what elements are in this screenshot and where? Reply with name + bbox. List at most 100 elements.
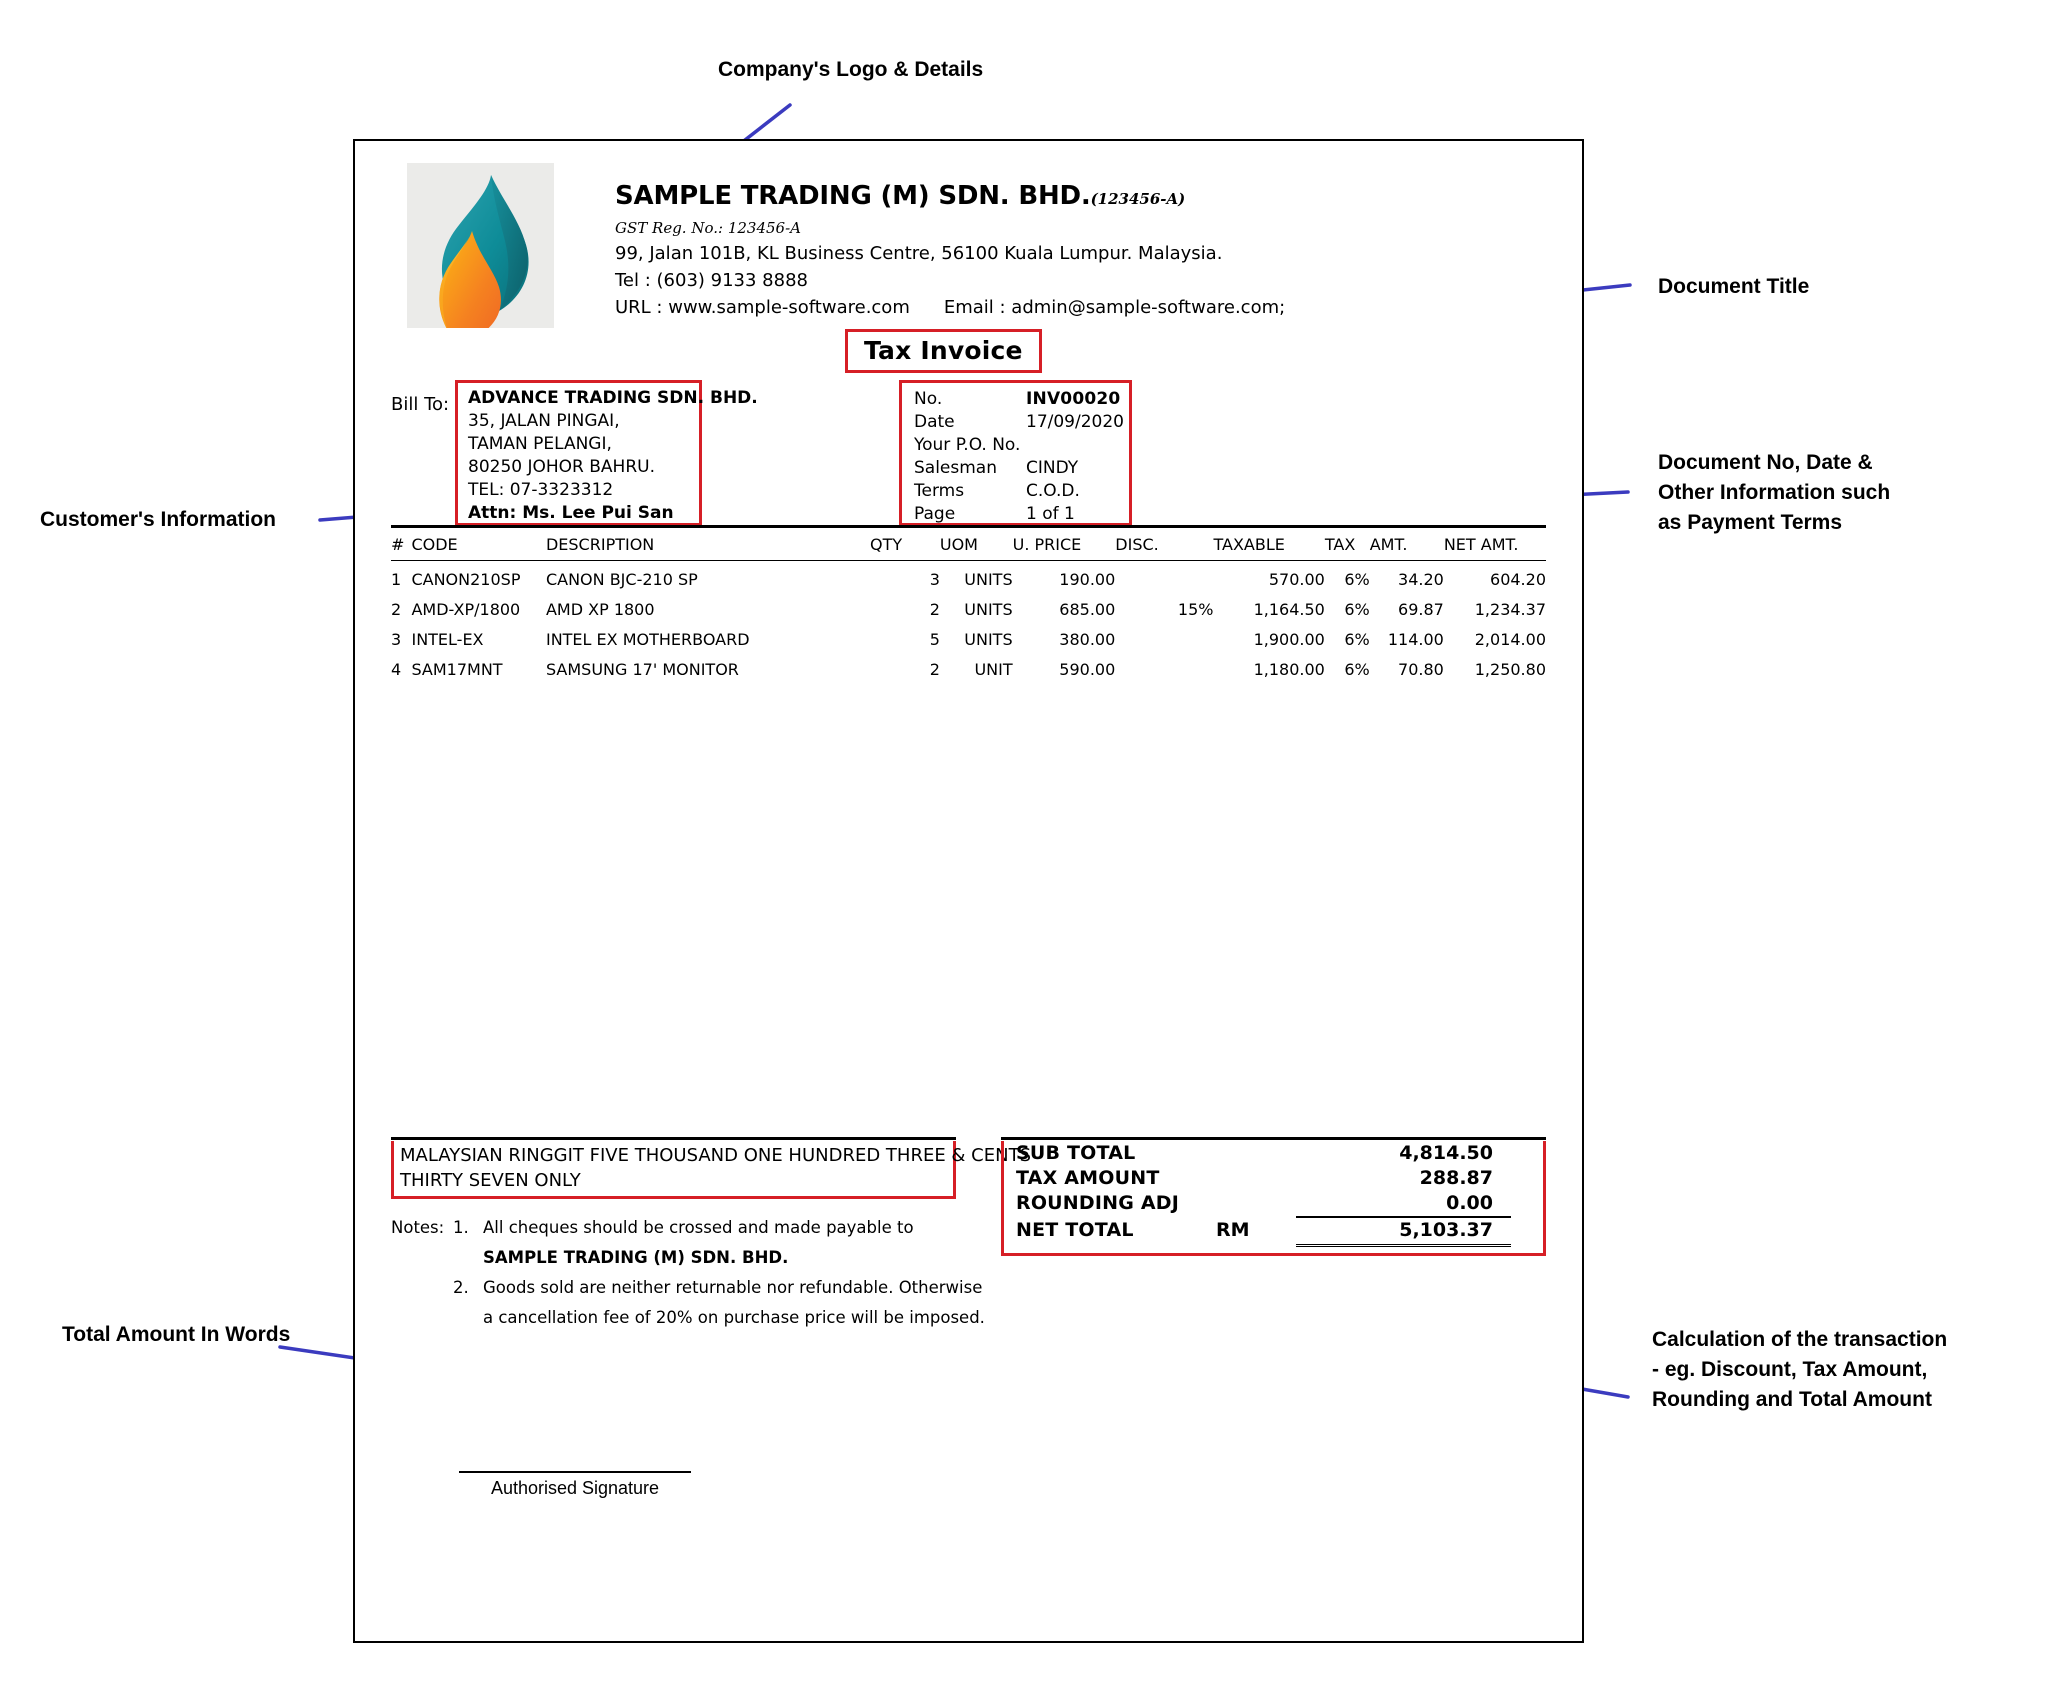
cell-num: 3 [391, 630, 402, 649]
company-details: SAMPLE TRADING (M) SDN. BHD.(123456-A) G… [615, 181, 1535, 321]
cell-amt: 114.00 [1387, 630, 1444, 649]
cell-tax: 6% [1344, 600, 1370, 619]
note-2-text: Goods sold are neither returnable nor re… [483, 1278, 983, 1297]
cell-amt: 34.20 [1398, 570, 1444, 589]
cell-uom: UNITS [964, 630, 1013, 649]
note-1-num: 1. [453, 1218, 469, 1237]
note-1-payee: SAMPLE TRADING (M) SDN. BHD. [483, 1248, 789, 1267]
table-header-row: # CODE DESCRIPTION QTY UOM U. PRICE DISC… [391, 525, 1546, 561]
amount-in-words-line2: THIRTY SEVEN ONLY [400, 1170, 581, 1191]
col-header-amt: AMT. [1369, 525, 1444, 561]
company-reg-no: (123456-A) [1090, 190, 1186, 208]
cell-num: 2 [391, 600, 402, 619]
cell-net: 604.20 [1490, 570, 1546, 589]
col-header-taxable: TAXABLE [1213, 525, 1325, 561]
cell-amt: 69.87 [1398, 600, 1444, 619]
meta-label: Salesman [914, 458, 997, 478]
cell-disc [1115, 624, 1213, 654]
cell-tax: 6% [1344, 630, 1370, 649]
meta-label: Terms [914, 481, 965, 501]
totals-top-rule [1001, 1137, 1546, 1140]
bill-to-line: 80250 JOHOR BAHRU. [468, 457, 655, 477]
meta-label: No. [914, 389, 943, 409]
col-header-num: # [391, 525, 412, 561]
company-email: Email : admin@sample-software.com; [943, 297, 1286, 318]
tax-amount-label: TAX AMOUNT [1016, 1167, 1160, 1189]
note-1-text: All cheques should be crossed and made p… [483, 1218, 914, 1237]
col-header-uom: UOM [939, 525, 1013, 561]
rounding-label: ROUNDING ADJ [1016, 1192, 1180, 1214]
annotation-amount-in-words: Total Amount In Words [62, 1323, 291, 1346]
amount-in-words-box: MALAYSIAN RINGGIT FIVE THOUSAND ONE HUND… [391, 1141, 1032, 1199]
bill-to-line: ADVANCE TRADING SDN. BHD. [468, 388, 758, 408]
total-row-rounding: ROUNDING ADJ 0.00 [1004, 1191, 1543, 1216]
cell-qty: 2 [929, 600, 940, 619]
meta-label: Date [914, 412, 955, 432]
annotation-company-logo: Company's Logo & Details [718, 58, 984, 81]
bill-to-line: 35, JALAN PINGAI, [468, 411, 620, 431]
note-1: Notes: 1. All cheques should be crossed … [391, 1213, 1011, 1243]
meta-row-po: Your P.O. No. [914, 434, 1129, 457]
rounding-value: 0.00 [1446, 1192, 1493, 1214]
cell-tax: 6% [1344, 660, 1370, 679]
annotation-customer-information: Customer's Information [40, 508, 277, 531]
table-row: 2 AMD-XP/1800 AMD XP 1800 2 UNITS 685.00… [391, 594, 1546, 624]
cell-net: 1,250.80 [1474, 660, 1546, 679]
bill-to-line: TEL: 07-3323312 [468, 480, 614, 500]
annotation-document-info: Document No, Date & Other Information su… [1658, 451, 1891, 534]
cell-taxable: 1,164.50 [1253, 600, 1325, 619]
subtotal-value: 4,814.50 [1399, 1142, 1493, 1164]
col-header-price: U. PRICE [1012, 525, 1116, 561]
cell-price: 380.00 [1059, 630, 1116, 649]
cell-disc [1115, 561, 1213, 595]
col-header-desc: DESCRIPTION [545, 525, 871, 561]
cell-desc: AMD XP 1800 [545, 600, 655, 619]
total-row-subtotal: SUB TOTAL 4,814.50 [1004, 1141, 1543, 1166]
table-row: 1 CANON210SP CANON BJC-210 SP 3 UNITS 19… [391, 561, 1546, 595]
cell-uom: UNITS [964, 600, 1013, 619]
amount-in-words-line1: MALAYSIAN RINGGIT FIVE THOUSAND ONE HUND… [400, 1145, 1032, 1166]
cell-num: 4 [391, 660, 402, 679]
notes-label: Notes: [391, 1218, 445, 1237]
line-items-table: # CODE DESCRIPTION QTY UOM U. PRICE DISC… [391, 525, 1546, 684]
cell-desc: CANON BJC-210 SP [545, 570, 698, 589]
signature-block: Authorised Signature [459, 1471, 691, 1502]
bill-to-label: Bill To: [391, 394, 450, 415]
cell-amt: 70.80 [1398, 660, 1444, 679]
total-row-net: NET TOTAL RM 5,103.37 [1004, 1216, 1543, 1247]
cell-price: 685.00 [1059, 600, 1116, 619]
cell-uom: UNITS [964, 570, 1013, 589]
col-header-code: CODE [411, 525, 546, 561]
cell-num: 1 [391, 570, 402, 589]
meta-value-invoice-no: INV00020 [1026, 389, 1121, 409]
bill-to-box: ADVANCE TRADING SDN. BHD. 35, JALAN PING… [455, 380, 758, 526]
table-row: 4 SAM17MNT SAMSUNG 17' MONITOR 2 UNIT 59… [391, 654, 1546, 684]
meta-value-date: 17/09/2020 [1026, 412, 1124, 432]
cell-code: CANON210SP [411, 570, 521, 589]
meta-label: Your P.O. No. [914, 435, 1021, 455]
document-title-box: Tax Invoice [845, 329, 1042, 373]
company-url-email: URL : www.sample-software.com Email : adm… [615, 294, 1535, 321]
meta-row-no: No. INV00020 [914, 388, 1129, 411]
signature-caption: Authorised Signature [490, 1478, 660, 1498]
cell-price: 590.00 [1059, 660, 1116, 679]
cell-code: INTEL-EX [411, 630, 484, 649]
cell-taxable: 570.00 [1268, 570, 1325, 589]
words-top-rule [391, 1137, 956, 1140]
cell-disc [1115, 654, 1213, 684]
cell-taxable: 1,180.00 [1253, 660, 1325, 679]
meta-row-page: Page 1 of 1 [914, 503, 1129, 526]
flame-logo-icon [439, 175, 529, 328]
cell-disc: 15% [1177, 600, 1214, 619]
table-row: 3 INTEL-EX INTEL EX MOTHERBOARD 5 UNITS … [391, 624, 1546, 654]
net-total-value: 5,103.37 [1296, 1216, 1511, 1247]
col-header-qty: QTY [870, 525, 940, 561]
cell-code: SAM17MNT [411, 660, 503, 679]
notes-section: Notes: 1. All cheques should be crossed … [391, 1213, 1011, 1333]
cell-taxable: 1,900.00 [1253, 630, 1325, 649]
cell-price: 190.00 [1059, 570, 1116, 589]
note-2-num: 2. [453, 1278, 469, 1297]
meta-row-date: Date 17/09/2020 [914, 411, 1129, 434]
total-row-tax: TAX AMOUNT 288.87 [1004, 1166, 1543, 1191]
document-title: Tax Invoice [864, 336, 1023, 365]
